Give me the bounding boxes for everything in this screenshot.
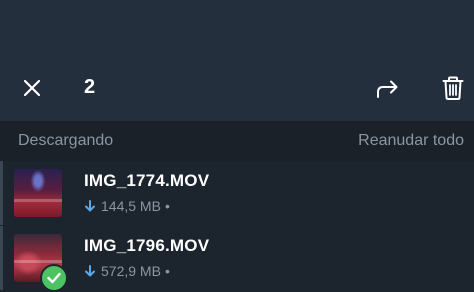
meta-separator: • [164, 198, 170, 214]
forward-icon [377, 80, 398, 98]
file-size: 572,9 MB [101, 263, 161, 279]
list-item[interactable]: IMG_1774.MOV 144,5 MB • [0, 161, 474, 225]
file-meta: 144,5 MB • [84, 198, 170, 214]
selection-toolbar: 2 [0, 0, 474, 121]
meta-separator: • [164, 263, 170, 279]
selected-count: 2 [84, 76, 96, 98]
download-arrow-icon [84, 199, 96, 213]
delete-button[interactable] [438, 72, 468, 104]
resume-all-button[interactable]: Reanudar todo [358, 132, 464, 150]
file-meta: 572,9 MB • [84, 263, 170, 279]
forward-button[interactable] [372, 74, 404, 104]
downloading-section-header: Descargando Reanudar todo [0, 121, 474, 161]
download-list: IMG_1774.MOV 144,5 MB • IMG_1796.MOV 572… [0, 161, 474, 292]
file-size: 144,5 MB [101, 198, 161, 214]
list-item[interactable]: IMG_1796.MOV 572,9 MB • [0, 226, 474, 292]
file-name: IMG_1774.MOV [84, 171, 210, 190]
section-title: Descargando [18, 132, 114, 149]
close-icon [23, 79, 41, 97]
trash-icon [442, 76, 464, 100]
video-thumbnail [14, 169, 62, 217]
close-selection-button[interactable] [18, 74, 46, 102]
selected-check-icon [40, 264, 68, 292]
downloads-screen: 2 Descargando Reanudar todo IMG_1774.MOV… [0, 0, 474, 292]
download-arrow-icon [84, 264, 96, 278]
file-name: IMG_1796.MOV [84, 236, 210, 255]
